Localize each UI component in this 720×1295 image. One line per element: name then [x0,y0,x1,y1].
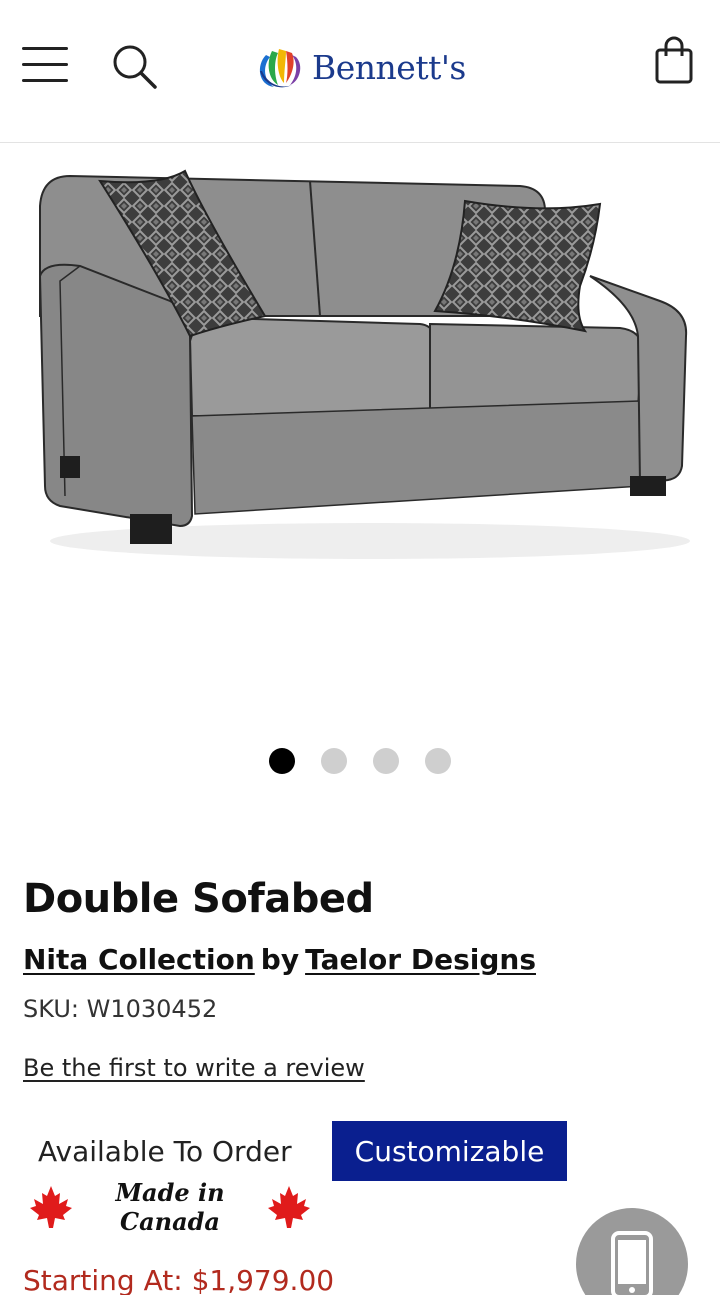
product-price: Starting At: $1,979.00 [23,1264,335,1295]
gallery-pagination [0,748,720,774]
gallery-dot[interactable] [425,748,451,774]
product-image[interactable] [20,166,700,586]
made-in-canada-text: Made in Canada [115,1178,225,1236]
brand-link[interactable]: Taelor Designs [305,943,536,976]
search-icon[interactable] [110,42,160,92]
maple-leaf-icon [30,1186,72,1228]
write-review-link[interactable]: Be the first to write a review [23,1054,365,1082]
gallery-dot[interactable] [373,748,399,774]
collection-line: Nita Collection by Taelor Designs [23,943,536,976]
customizable-badge[interactable]: Customizable [332,1121,567,1181]
made-in-canada-badge: Made in Canada [28,1178,312,1236]
menu-bar [22,63,68,66]
product-image-gallery[interactable] [0,144,720,734]
gallery-dot[interactable] [269,748,295,774]
site-header: Bennett's [0,0,720,143]
menu-bar [22,79,68,82]
menu-icon[interactable] [22,45,68,85]
call-store-button[interactable] [576,1208,688,1295]
mobile-phone-icon [611,1231,653,1295]
logo-mark-icon [259,49,301,88]
availability-status: Available To Order [38,1135,292,1168]
by-text: by [260,943,300,976]
brand-logo[interactable]: Bennett's [252,40,466,94]
logo-text: Bennett's [312,47,466,87]
menu-bar [22,47,68,50]
product-sku: SKU: W1030452 [23,995,218,1023]
product-title: Double Sofabed [23,876,374,922]
maple-leaf-icon [268,1186,310,1228]
shopping-bag-icon[interactable] [652,36,698,86]
collection-link[interactable]: Nita Collection [23,943,255,976]
gallery-dot[interactable] [321,748,347,774]
